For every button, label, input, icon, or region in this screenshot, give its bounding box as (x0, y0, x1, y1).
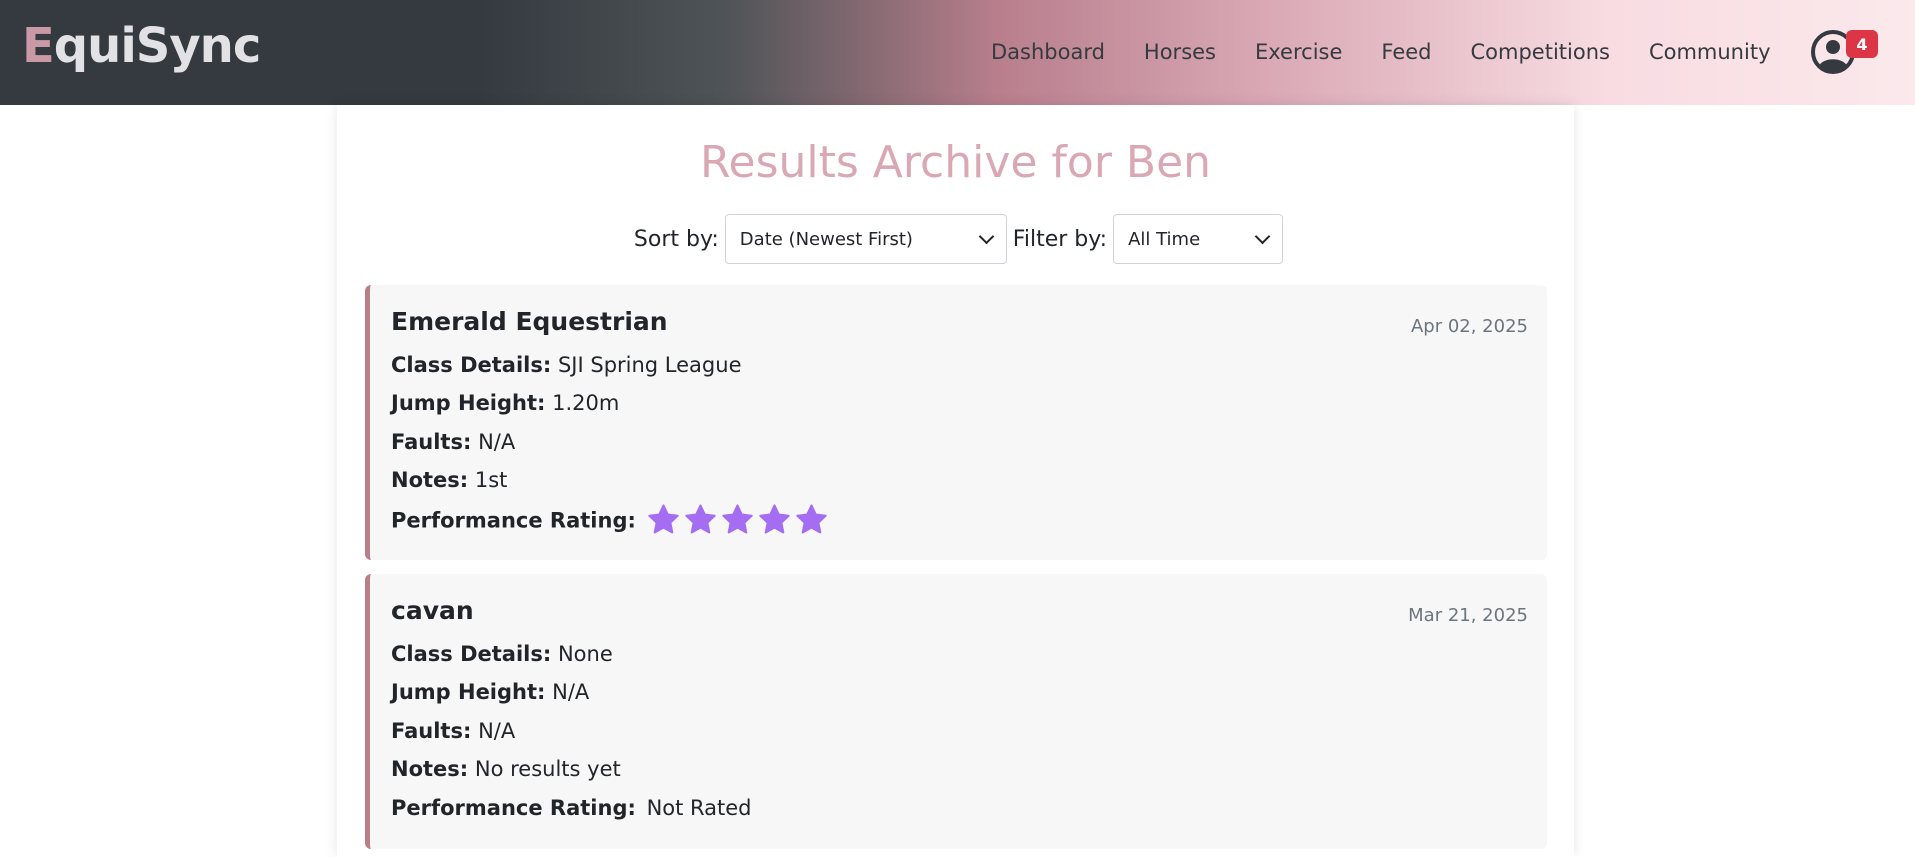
result-card: cavan Mar 21, 2025 Class Details: None J… (365, 574, 1547, 849)
class-details-value: None (557, 642, 613, 666)
sort-label: Sort by: (633, 226, 719, 252)
result-date: Mar 21, 2025 (1408, 605, 1528, 626)
nav-link-dashboard[interactable]: Dashboard (971, 0, 1124, 105)
page-title: Results Archive for Ben (699, 137, 1212, 188)
jump-height-row: Jump Height: N/A (391, 680, 589, 704)
filter-label: Filter by: (1012, 226, 1108, 252)
faults-row: Faults: N/A (391, 430, 515, 454)
faults-label: Faults: (391, 719, 472, 743)
notification-badge: 4 (1846, 30, 1878, 58)
performance-rating-row: Performance Rating: (391, 504, 828, 536)
results-archive-container: Results Archive for Ben Sort by: Date (N… (337, 105, 1574, 857)
nav-link-horses[interactable]: Horses (1124, 0, 1235, 105)
nav-link-community[interactable]: Community (1629, 0, 1790, 105)
notes-value: 1st (474, 468, 508, 492)
notes-row: Notes: No results yet (391, 757, 621, 781)
star-icon (795, 504, 827, 534)
performance-rating-row: Performance Rating: Not Rated (391, 796, 752, 820)
class-details-label: Class Details: (391, 353, 552, 377)
nav-link-competitions[interactable]: Competitions (1451, 0, 1629, 105)
class-details-row: Class Details: SJI Spring League (391, 353, 741, 377)
result-date: Apr 02, 2025 (1410, 316, 1528, 337)
brand-logo[interactable]: EquiSync (22, 16, 261, 76)
competition-name: cavan (391, 596, 474, 625)
notes-label: Notes: (391, 468, 469, 492)
chevron-down-icon (978, 228, 995, 244)
filter-select[interactable]: All Time (1113, 214, 1284, 264)
user-menu-button[interactable]: 4 (1811, 30, 1891, 80)
star-icon (647, 504, 679, 534)
nav-links: Dashboard Horses Exercise Feed Competiti… (971, 0, 1790, 105)
chevron-down-icon (1254, 228, 1271, 244)
notes-value: No results yet (474, 757, 621, 781)
performance-rating-label: Performance Rating: (391, 796, 636, 820)
competition-name: Emerald Equestrian (391, 307, 668, 336)
star-icon (721, 504, 753, 534)
jump-height-label: Jump Height: (391, 680, 546, 704)
rating-stars (647, 503, 828, 536)
notes-row: Notes: 1st (391, 468, 507, 492)
rating-text: Not Rated (646, 796, 752, 820)
nav-link-feed[interactable]: Feed (1362, 0, 1451, 105)
notes-label: Notes: (391, 757, 469, 781)
faults-row: Faults: N/A (391, 719, 515, 743)
jump-height-value: N/A (552, 680, 590, 704)
class-details-row: Class Details: None (391, 642, 613, 666)
nav-link-exercise[interactable]: Exercise (1236, 0, 1362, 105)
star-icon (684, 504, 716, 534)
result-card: Emerald Equestrian Apr 02, 2025 Class De… (365, 285, 1547, 560)
jump-height-row: Jump Height: 1.20m (391, 391, 619, 415)
performance-rating-label: Performance Rating: (391, 508, 636, 533)
brand-logo-rest: quiSync (53, 18, 261, 74)
filter-select-value: All Time (1128, 228, 1201, 250)
faults-value: N/A (478, 430, 516, 454)
star-icon (758, 504, 790, 534)
faults-label: Faults: (391, 430, 472, 454)
brand-logo-initial: E (22, 18, 55, 74)
class-details-value: SJI Spring League (557, 353, 742, 377)
top-navbar: EquiSync Dashboard Horses Exercise Feed … (0, 0, 1915, 105)
class-details-label: Class Details: (391, 642, 552, 666)
sort-select[interactable]: Date (Newest First) (724, 214, 1007, 264)
sort-filter-controls: Sort by: Date (Newest First) Filter by: … (337, 213, 1574, 265)
faults-value: N/A (478, 719, 516, 743)
jump-height-label: Jump Height: (391, 391, 546, 415)
sort-select-value: Date (Newest First) (739, 228, 913, 250)
jump-height-value: 1.20m (552, 391, 620, 415)
